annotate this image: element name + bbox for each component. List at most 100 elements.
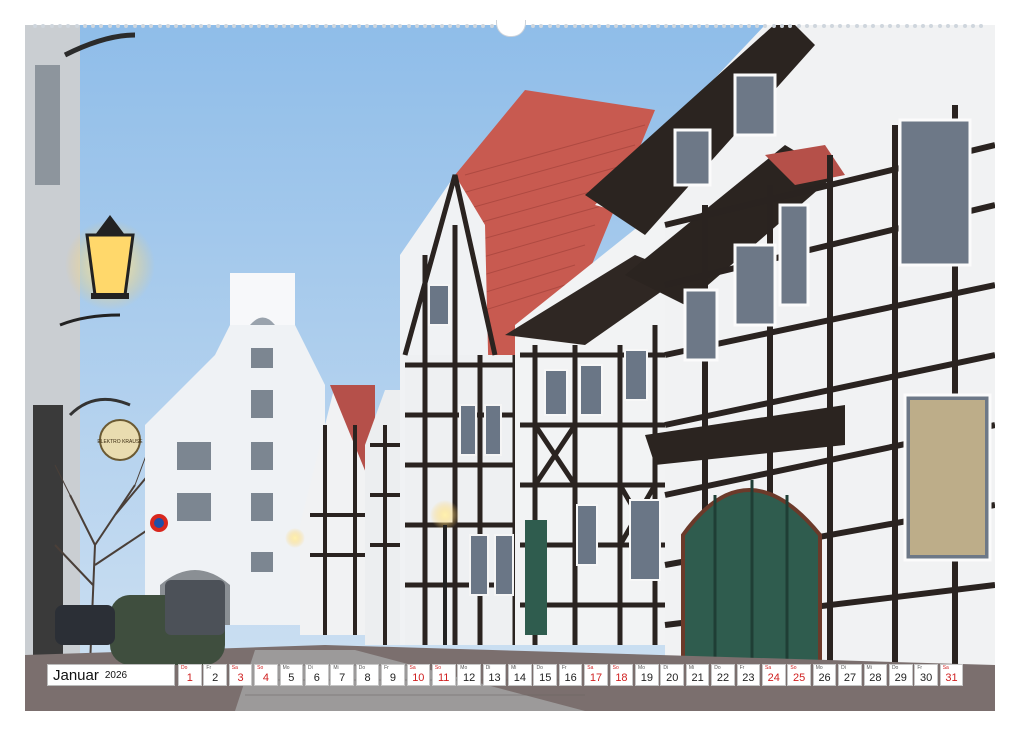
day-cell: Do8: [356, 664, 380, 686]
weekday-label: So: [257, 665, 263, 671]
month-name: Januar: [53, 667, 99, 684]
weekday-label: Mo: [283, 665, 290, 671]
weekday-label: Mi: [333, 665, 338, 671]
day-number: 29: [890, 672, 912, 684]
day-cell: Fr16: [559, 664, 583, 686]
weekday-label: Di: [841, 665, 846, 671]
day-number: 27: [839, 672, 861, 684]
day-number: 23: [738, 672, 760, 684]
day-number: 20: [661, 672, 683, 684]
weekday-label: Mo: [638, 665, 645, 671]
day-number: 11: [433, 672, 455, 684]
month-label-box: Januar 2026: [47, 664, 175, 686]
calendar-page: ELEKTRO KRAUSE: [25, 25, 995, 711]
weekday-label: Do: [181, 665, 187, 671]
day-number: 3: [230, 672, 252, 684]
day-cell: Fr23: [737, 664, 761, 686]
day-cell: So18: [610, 664, 634, 686]
day-number: 16: [560, 672, 582, 684]
day-number: 21: [687, 672, 709, 684]
weekday-label: Mi: [689, 665, 694, 671]
weekday-label: Mo: [460, 665, 467, 671]
day-number: 9: [382, 672, 404, 684]
window-glow: [910, 400, 985, 555]
center-door: [525, 520, 547, 635]
day-number: 26: [814, 672, 836, 684]
month-year: 2026: [105, 670, 127, 681]
day-cell: So25: [787, 664, 811, 686]
day-cell: Do22: [711, 664, 735, 686]
weekday-label: So: [613, 665, 619, 671]
day-cell: Mi28: [864, 664, 888, 686]
weekday-label: Sa: [943, 665, 949, 671]
day-cell: Di27: [838, 664, 862, 686]
day-number: 18: [611, 672, 633, 684]
weekday-label: Fr: [384, 665, 389, 671]
day-cell: Mo19: [635, 664, 659, 686]
weekday-label: Do: [536, 665, 542, 671]
day-cell: Fr2: [203, 664, 227, 686]
parked-van: [165, 580, 225, 635]
day-number: 22: [712, 672, 734, 684]
day-number: 13: [484, 672, 506, 684]
day-number: 17: [585, 672, 607, 684]
weekday-label: Do: [359, 665, 365, 671]
day-number: 4: [255, 672, 277, 684]
street-photo: ELEKTRO KRAUSE: [25, 25, 995, 711]
day-number: 8: [357, 672, 379, 684]
day-number: 1: [179, 672, 201, 684]
day-cell: Mo5: [280, 664, 304, 686]
day-number: 30: [915, 672, 937, 684]
day-number: 2: [204, 672, 226, 684]
day-cell: Sa24: [762, 664, 786, 686]
day-number: 25: [788, 672, 810, 684]
day-cell: Mi7: [330, 664, 354, 686]
weekday-label: Mi: [867, 665, 872, 671]
weekday-label: Di: [308, 665, 313, 671]
weekday-label: So: [790, 665, 796, 671]
day-cell: Sa10: [407, 664, 431, 686]
day-number: 19: [636, 672, 658, 684]
weekday-label: Di: [486, 665, 491, 671]
day-cell: Sa31: [940, 664, 964, 686]
weekday-label: Sa: [232, 665, 238, 671]
day-number: 15: [534, 672, 556, 684]
weekday-label: Sa: [587, 665, 593, 671]
weekday-label: So: [435, 665, 441, 671]
day-cell: Mo26: [813, 664, 837, 686]
day-cell: Fr9: [381, 664, 405, 686]
day-cell: Mi14: [508, 664, 532, 686]
day-cell: Mo12: [457, 664, 481, 686]
day-cell: Mi21: [686, 664, 710, 686]
weekday-label: Sa: [410, 665, 416, 671]
weekday-label: Do: [714, 665, 720, 671]
day-cell: Do15: [533, 664, 557, 686]
day-cells: Do1Fr2Sa3So4Mo5Di6Mi7Do8Fr9Sa10So11Mo12D…: [178, 664, 965, 688]
weekday-label: Fr: [917, 665, 922, 671]
day-cell: Di13: [483, 664, 507, 686]
day-cell: Di6: [305, 664, 329, 686]
weekday-label: Mi: [511, 665, 516, 671]
weekday-label: Fr: [206, 665, 211, 671]
weekday-label: Fr: [562, 665, 567, 671]
day-number: 12: [458, 672, 480, 684]
day-number: 5: [281, 672, 303, 684]
day-number: 31: [941, 672, 963, 684]
day-number: 24: [763, 672, 785, 684]
day-cell: Sa3: [229, 664, 253, 686]
day-cell: So11: [432, 664, 456, 686]
weekday-label: Di: [663, 665, 668, 671]
day-cell: Sa17: [584, 664, 608, 686]
day-number: 6: [306, 672, 328, 684]
parked-car: [55, 605, 115, 645]
day-number: 7: [331, 672, 353, 684]
weekday-label: Do: [892, 665, 898, 671]
day-cell: Do1: [178, 664, 202, 686]
day-number: 14: [509, 672, 531, 684]
day-cell: Fr30: [914, 664, 938, 686]
shop-sign-text: ELEKTRO KRAUSE: [97, 439, 143, 445]
day-number: 10: [408, 672, 430, 684]
day-cell: So4: [254, 664, 278, 686]
weekday-label: Fr: [740, 665, 745, 671]
day-cell: Di20: [660, 664, 684, 686]
